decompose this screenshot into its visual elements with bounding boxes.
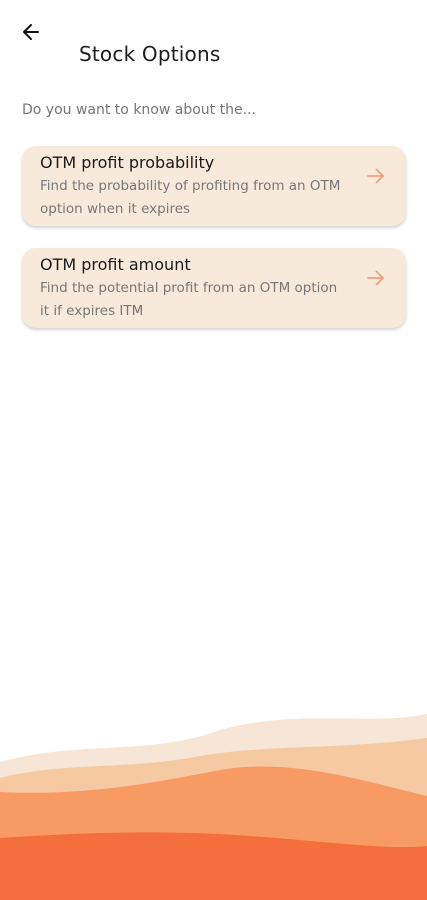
otm-profit-amount-card[interactable]: OTM profit amount Find the potential pro…: [22, 248, 406, 328]
arrow-right-icon: [367, 270, 384, 286]
decorative-waves: [0, 714, 427, 900]
arrow-right-icon: [367, 168, 384, 184]
back-button[interactable]: [14, 17, 48, 47]
prompt-text: Do you want to know about the...: [22, 102, 256, 118]
card-description: Find the probability of profiting from a…: [40, 178, 341, 217]
arrow-left-icon: [23, 24, 39, 40]
otm-profit-probability-card[interactable]: OTM profit probability Find the probabil…: [22, 146, 406, 226]
card-title: OTM profit amount: [40, 255, 191, 274]
card-title: OTM profit probability: [40, 153, 215, 172]
card-description: Find the potential profit from an OTM op…: [40, 280, 338, 319]
page-title: Stock Options: [79, 42, 221, 66]
